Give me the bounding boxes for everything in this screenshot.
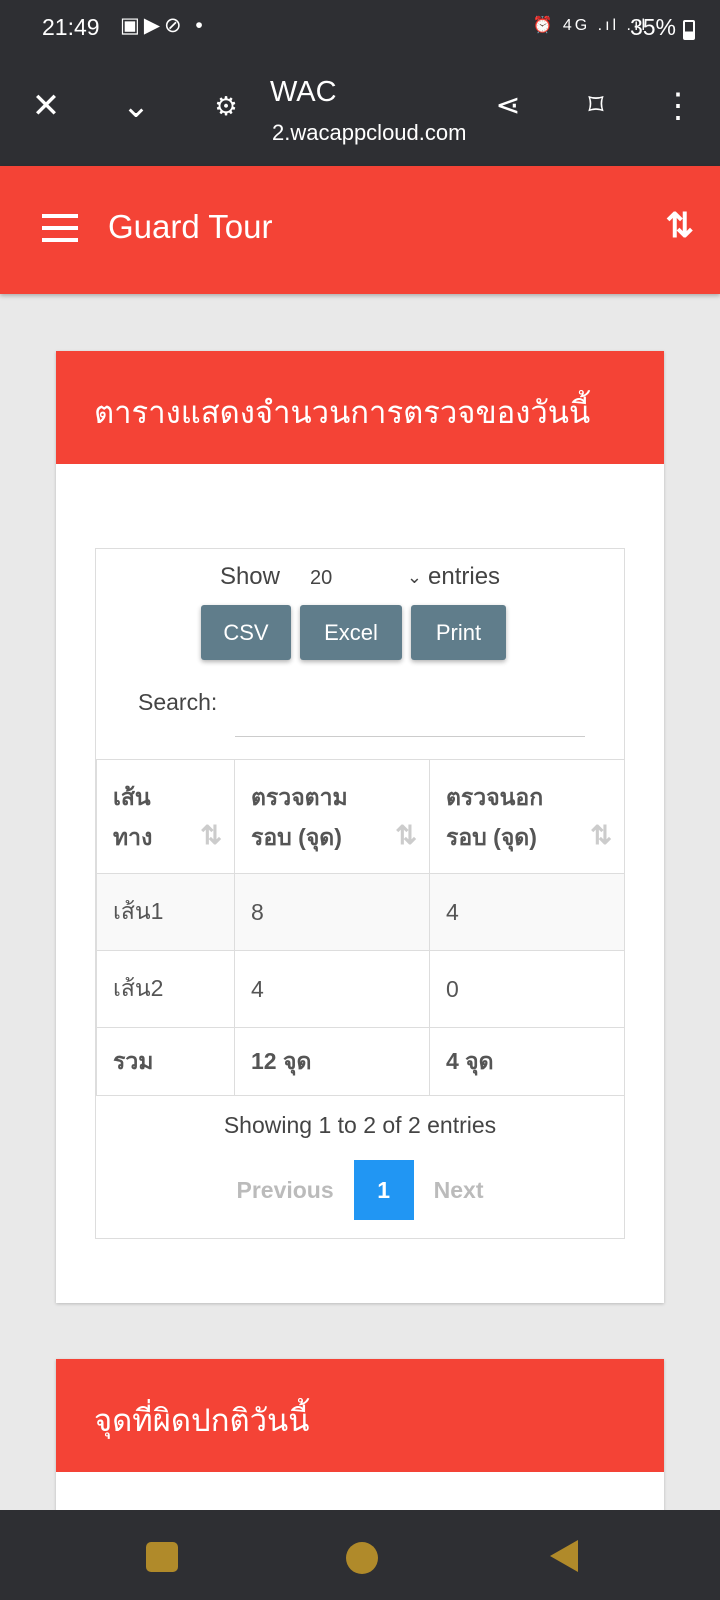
- cell: รวม: [96, 1027, 235, 1096]
- cell: 12 จุด: [234, 1027, 430, 1096]
- total-row: รวม 12 จุด 4 จุด: [96, 1027, 625, 1096]
- app-bar: Guard Tour ⇅: [0, 166, 720, 294]
- pagination: Previous 1 Next: [96, 1160, 624, 1220]
- csv-button[interactable]: CSV: [201, 605, 291, 660]
- cell: 0: [429, 950, 625, 1028]
- data-table-wrapper: Show 20 ⌄ entries CSV Excel Print Search: เ…: [95, 548, 625, 1239]
- status-bar: 21:49 ▣▶⊘ • ⏰ 4G .ıl .ıl 35%: [0, 0, 720, 54]
- print-button[interactable]: Print: [411, 605, 506, 660]
- home-icon[interactable]: [346, 1542, 378, 1574]
- sort-icon: ⇅: [395, 820, 417, 850]
- card-title: จุดที่ผิดปกติวันนี้: [56, 1359, 664, 1472]
- chevron-down-icon[interactable]: ⌄: [114, 86, 158, 126]
- bookmark-icon[interactable]: ⌑: [574, 86, 618, 126]
- cell: 8: [234, 873, 430, 951]
- previous-button[interactable]: Previous: [216, 1160, 353, 1220]
- abnormal-points-card: จุดที่ผิดปกติวันนี้: [56, 1359, 664, 1519]
- table-info: Showing 1 to 2 of 2 entries: [223, 1112, 497, 1138]
- clock: 21:49: [42, 14, 100, 40]
- entries-label: entries: [428, 563, 501, 590]
- battery-icon: [683, 20, 695, 40]
- excel-button[interactable]: Excel: [300, 605, 402, 660]
- url-text[interactable]: 2.wacappcloud.com: [272, 120, 466, 146]
- next-button[interactable]: Next: [414, 1160, 504, 1220]
- page-title: WAC: [270, 76, 337, 108]
- column-header-in-round[interactable]: ตรวจตาม รอบ (จุด) ⇅: [234, 759, 430, 874]
- column-header-route[interactable]: เส้น ทาง ⇅: [96, 759, 235, 874]
- entries-value: 20: [310, 567, 333, 589]
- sort-icon[interactable]: ⇅: [666, 206, 695, 246]
- cell: เส้น2: [96, 950, 235, 1028]
- sort-icon: ⇅: [590, 820, 612, 850]
- search-label: Search:: [138, 689, 218, 715]
- notification-icons: ▣▶⊘ •: [120, 14, 207, 37]
- system-nav-bar: [0, 1510, 720, 1600]
- close-icon[interactable]: ✕: [24, 86, 68, 126]
- column-header-out-round[interactable]: ตรวจนอก รอบ (จุด) ⇅: [429, 759, 625, 874]
- entries-select[interactable]: 20 ⌄: [310, 567, 422, 590]
- battery-level: 35%: [629, 14, 676, 40]
- today-check-card: ตารางแสดงจำนวนการตรวจของวันนี้ Show 20 ⌄ en…: [56, 351, 664, 1303]
- search-input[interactable]: [235, 736, 585, 737]
- share-icon[interactable]: ⋖: [486, 86, 530, 126]
- cell: เส้น1: [96, 873, 235, 951]
- entries-length: Show 20 ⌄ entries: [96, 563, 624, 591]
- show-label: Show: [219, 563, 280, 590]
- recents-icon[interactable]: [146, 1542, 178, 1572]
- site-settings-icon[interactable]: ⚙: [204, 86, 248, 126]
- cell: 4: [234, 950, 430, 1028]
- more-icon[interactable]: ⋮: [656, 86, 700, 126]
- card-title: ตารางแสดงจำนวนการตรวจของวันนี้: [56, 351, 664, 464]
- browser-toolbar: ✕ ⌄ ⚙ WAC 2.wacappcloud.com ⋖ ⌑ ⋮: [0, 54, 720, 166]
- check-table: เส้น ทาง ⇅ ตรวจตาม รอบ (จุด) ⇅ ตรวจนอก รอบ (จ…: [96, 759, 625, 1096]
- cell: 4 จุด: [429, 1027, 625, 1096]
- table-row: เส้น2 4 0: [96, 950, 625, 1028]
- app-title: Guard Tour: [108, 208, 273, 245]
- hamburger-menu-icon[interactable]: [42, 214, 78, 242]
- chevron-down-icon: ⌄: [406, 567, 422, 587]
- table-row: เส้น1 8 4: [96, 873, 625, 951]
- page-1-button[interactable]: 1: [353, 1160, 414, 1220]
- back-icon[interactable]: [550, 1540, 578, 1572]
- sort-icon: ⇅: [200, 820, 222, 850]
- cell: 4: [429, 873, 625, 951]
